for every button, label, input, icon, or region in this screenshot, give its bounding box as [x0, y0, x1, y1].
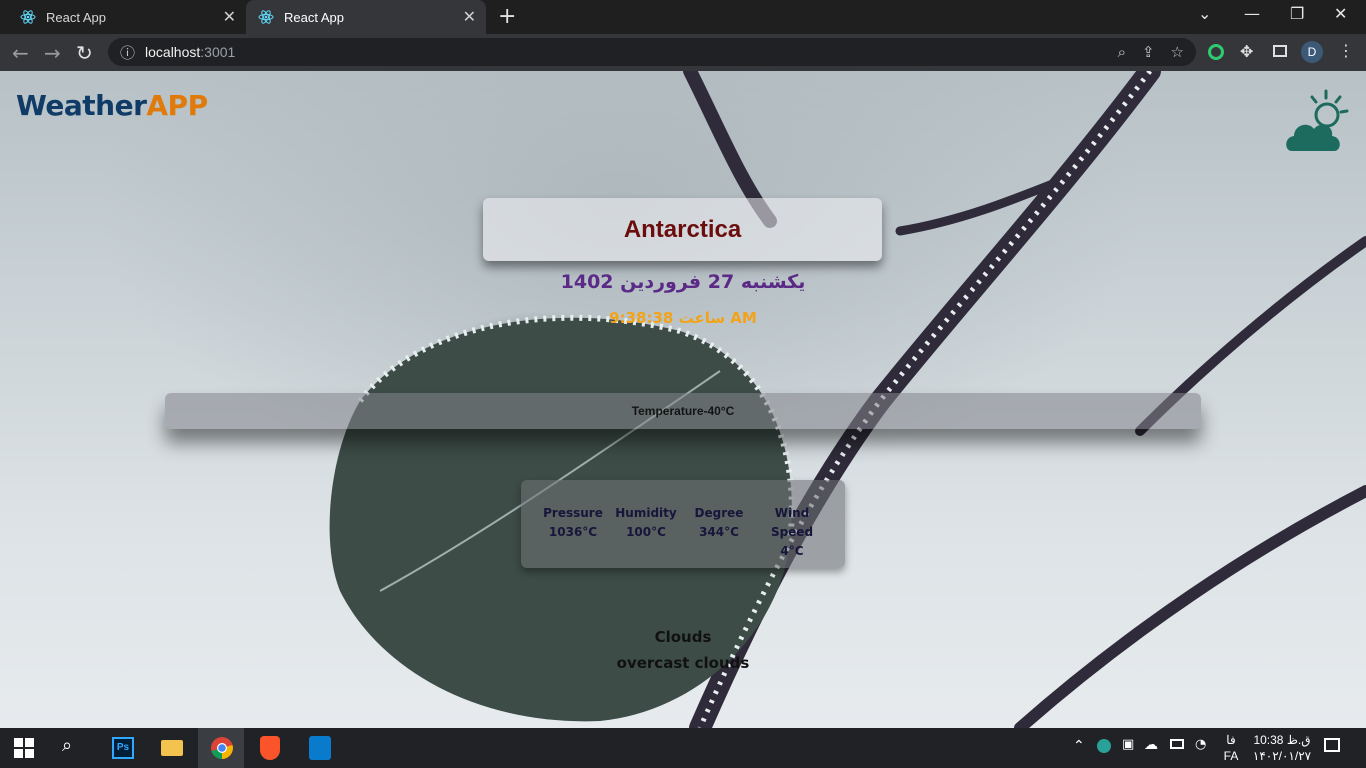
forward-arrow-icon[interactable]: → [44, 41, 61, 65]
bookmark-star-icon[interactable]: ☆ [1171, 43, 1184, 61]
weather-main: Clouds [654, 628, 712, 646]
react-icon [258, 10, 274, 24]
tab-title: React App [46, 9, 106, 25]
city-input[interactable] [490, 214, 875, 245]
notification-icon[interactable] [1324, 738, 1340, 752]
stat-pressure: Pressure 1036°C [543, 506, 603, 539]
windows-start-icon[interactable] [14, 738, 34, 758]
temperature-text: Temperature-40°C [631, 404, 735, 418]
weather-app-page: WeatherAPP یکشنبه 27 فروردین 1402 ساعت 9… [0, 71, 1366, 728]
vscode-icon[interactable] [309, 736, 331, 760]
profile-avatar[interactable]: D [1301, 41, 1323, 63]
stat-humidity: Humidity 100°C [615, 506, 677, 539]
input-language[interactable]: فا FA [1222, 732, 1240, 764]
reload-icon[interactable]: ↻ [76, 41, 93, 65]
onedrive-cloud-icon[interactable]: ☁ [1144, 737, 1158, 753]
city-search-box[interactable] [483, 198, 882, 261]
chrome-icon[interactable] [210, 736, 234, 760]
camera-icon[interactable]: ▣ [1122, 737, 1134, 752]
taskbar-clock[interactable]: 10:38 ق.ظ ۱۴۰۲/۰۱/۲۷ [1252, 732, 1312, 764]
time-label: ساعت 9:38:38 AM [609, 309, 757, 327]
brave-icon[interactable] [260, 736, 280, 760]
back-arrow-icon[interactable]: ← [12, 41, 29, 65]
stat-degree: Degree 344°C [694, 506, 744, 539]
date-label: یکشنبه 27 فروردین 1402 [560, 271, 806, 293]
tab-react-app-1[interactable]: React App ✕ [8, 0, 246, 34]
share-icon[interactable]: ⇪ [1142, 43, 1155, 61]
close-icon[interactable]: ✕ [223, 7, 236, 27]
weather-details-card: Pressure 1036°C Humidity 100°C Degree 344°C… [521, 480, 845, 568]
app-logo: WeatherAPP [16, 89, 208, 122]
tab-search-chevron-icon[interactable]: ⌄ [1198, 4, 1211, 23]
tray-chevron-up-icon[interactable]: ⌃ [1073, 738, 1085, 754]
sun-cloud-icon [1286, 89, 1349, 151]
extensions-puzzle-icon[interactable]: ✥ [1240, 42, 1253, 61]
wifi-icon[interactable]: ◔ [1195, 737, 1206, 752]
extension-circle-icon[interactable] [1208, 44, 1224, 60]
site-info-icon[interactable]: ⓘ [120, 42, 135, 63]
weather-description: overcast clouds [616, 654, 750, 672]
temperature-bar: Temperature-40°C [165, 393, 1201, 429]
tab-title: React App [284, 9, 344, 25]
side-panel-icon[interactable] [1273, 45, 1287, 57]
photoshop-icon[interactable]: Ps [112, 737, 134, 759]
react-icon [20, 10, 36, 24]
stat-wind-speed: Wind Speed 4°C [770, 506, 814, 558]
new-tab-plus-icon[interactable]: + [498, 4, 516, 29]
window-close-icon[interactable]: ✕ [1334, 4, 1347, 23]
zoom-icon[interactable]: ⌕ [1118, 43, 1126, 61]
file-explorer-icon[interactable] [161, 740, 183, 756]
url-host: localhost [145, 44, 201, 60]
search-icon[interactable]: ⌕ [62, 735, 72, 756]
menu-kebab-icon[interactable]: ⋮ [1338, 41, 1354, 60]
minimize-icon[interactable]: — [1244, 4, 1260, 23]
address-bar[interactable]: ⓘ localhost:3001 ⌕ ⇪ ☆ [108, 38, 1196, 66]
close-icon[interactable]: ✕ [463, 7, 476, 27]
url-port: :3001 [200, 44, 236, 60]
battery-icon[interactable] [1170, 739, 1184, 749]
tab-react-app-2[interactable]: React App ✕ [246, 0, 486, 34]
tray-app-icon[interactable] [1097, 739, 1111, 753]
restore-icon[interactable]: ❐ [1290, 4, 1304, 23]
